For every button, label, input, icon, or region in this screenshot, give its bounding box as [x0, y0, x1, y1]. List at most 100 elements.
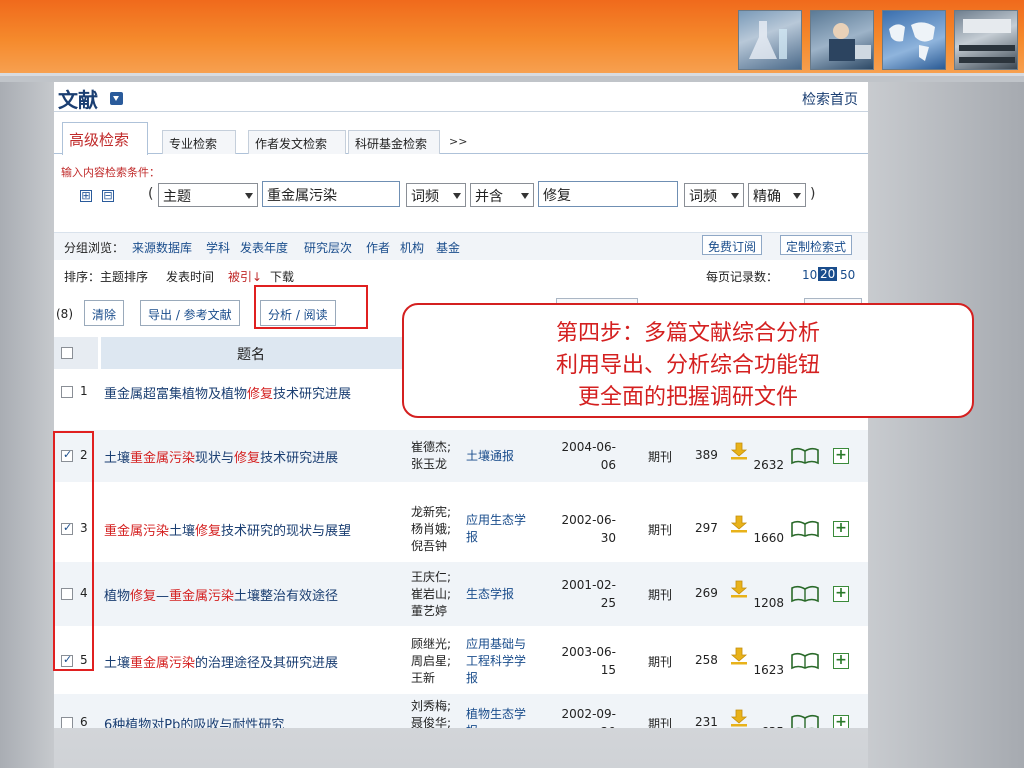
publish-date: 2001-02- 25 — [561, 578, 616, 610]
tab-advanced-search[interactable]: 高级检索 — [62, 122, 148, 155]
download-count: 635 — [744, 725, 784, 728]
sort-by-downloads[interactable]: 下载 — [270, 268, 294, 285]
per-page-label: 每页记录数： — [706, 270, 779, 284]
row-checkbox[interactable] — [61, 717, 73, 728]
citation-count[interactable]: 231 — [695, 715, 718, 728]
clear-button[interactable]: 清除 — [84, 300, 125, 326]
open-book-icon[interactable] — [790, 585, 820, 603]
table-row: 2土壤重金属污染现状与修复技术研究进展崔德杰; 张玉龙土壤通报2004-06- … — [54, 430, 868, 482]
tabs-more-link[interactable]: >> — [449, 135, 467, 148]
search-home-link[interactable]: 检索首页 — [802, 89, 858, 109]
citation-count[interactable]: 297 — [695, 521, 718, 535]
open-paren: ( — [148, 186, 154, 202]
download-icon[interactable] — [730, 580, 748, 598]
citation-count[interactable]: 389 — [695, 448, 718, 462]
group-fund[interactable]: 基金 — [436, 239, 460, 256]
tab-fund-search[interactable]: 科研基金检索 — [348, 130, 440, 154]
download-icon[interactable] — [730, 442, 748, 460]
slide-banner — [0, 0, 1024, 76]
title-keyword: 重金属污染 — [130, 451, 196, 466]
export-button[interactable]: 导出 / 参考文献 — [140, 300, 240, 326]
author-list[interactable]: 刘秀梅; 聂俊华; 王庆仁 — [411, 698, 451, 729]
article-title-link[interactable]: 植物修复—重金属污染土壤整治有效途径 — [104, 585, 338, 604]
custom-query-button[interactable]: 定制检索式 — [780, 235, 853, 255]
source-journal-link[interactable]: 应用基础与 工程科学学 报 — [466, 636, 526, 687]
publish-date: 2002-09- 20 — [561, 707, 616, 728]
source-journal-link[interactable]: 植物生态学 报 — [466, 706, 526, 728]
open-book-icon[interactable] — [790, 520, 820, 538]
sort-by-citations[interactable]: 被引↓ — [228, 268, 262, 285]
add-to-list-icon[interactable]: + — [833, 448, 849, 464]
source-journal-link[interactable]: 生态学报 — [466, 586, 514, 603]
add-to-list-icon[interactable]: + — [833, 715, 849, 728]
title-text: 现状与 — [195, 451, 235, 466]
group-institution[interactable]: 机构 — [400, 239, 424, 256]
free-subscribe-button[interactable]: 免费订阅 — [702, 235, 763, 255]
sort-by-topic[interactable]: 主题排序 — [100, 268, 148, 285]
table-row: 6 6种植物对Pb的吸收与耐性研究 刘秀梅; 聂俊华; 王庆仁植物生态学 报 2002… — [54, 694, 868, 728]
download-count: 1623 — [753, 663, 784, 677]
title-keyword: 重金属污染 — [169, 589, 235, 604]
table-row: 3重金属污染土壤修复技术研究的现状与展望龙新宪; 杨肖娥; 倪吾钟应用生态学 报… — [54, 496, 868, 562]
open-book-icon[interactable] — [790, 652, 820, 670]
slide-right-strip — [868, 82, 1024, 768]
select-all-checkbox[interactable] — [61, 347, 73, 359]
table-row: 5土壤重金属污染的治理途径及其研究进展顾继光; 周启星; 王新应用基础与 工程科… — [54, 628, 868, 694]
download-icon[interactable] — [730, 647, 748, 665]
open-book-icon[interactable] — [790, 447, 820, 465]
author-list[interactable]: 崔德杰; 张玉龙 — [411, 439, 451, 473]
author-list[interactable]: 龙新宪; 杨肖娥; 倪吾钟 — [411, 504, 451, 555]
article-title-link[interactable]: 重金属污染土壤修复技术研究的现状与展望 — [104, 520, 351, 539]
add-to-list-icon[interactable]: + — [833, 521, 849, 537]
download-count: 2632 — [753, 458, 784, 472]
download-icon[interactable] — [730, 709, 748, 727]
source-journal-link[interactable]: 土壤通报 — [466, 448, 514, 465]
open-book-icon[interactable] — [790, 714, 820, 728]
chevron-down-icon[interactable] — [110, 92, 123, 105]
chevron-down-icon — [245, 193, 253, 199]
article-title-link[interactable]: 重金属超富集植物及植物修复技术研究进展 — [104, 383, 351, 402]
title-keyword: 重金属污染 — [130, 656, 196, 671]
article-title-link[interactable]: 土壤重金属污染现状与修复技术研究进展 — [104, 447, 338, 466]
step-callout: 第四步：多篇文献综合分析 利用导出、分析综合功能钮 更全面的把握调研文件 — [402, 303, 974, 418]
author-list[interactable]: 王庆仁; 崔岩山; 董艺婷 — [411, 569, 451, 620]
citation-count[interactable]: 269 — [695, 586, 718, 600]
term1-input[interactable]: 重金属污染 — [262, 181, 400, 207]
analyze-highlight-box — [254, 285, 368, 329]
author-list[interactable]: 顾继光; 周启星; 王新 — [411, 636, 451, 687]
logic-select[interactable]: 并含 — [470, 183, 534, 207]
term2-input[interactable]: 修复 — [538, 181, 678, 207]
per-page-10[interactable]: 10 — [802, 268, 817, 282]
tab-professional-search[interactable]: 专业检索 — [162, 130, 236, 154]
title-text: — — [156, 589, 170, 604]
sort-by-date[interactable]: 发表时间 — [166, 268, 214, 285]
panel-header: 文献 检索首页 — [54, 82, 868, 112]
remove-row-button[interactable]: ⊟ — [102, 190, 114, 202]
add-to-list-icon[interactable]: + — [833, 653, 849, 669]
download-icon[interactable] — [730, 515, 748, 533]
add-row-button[interactable]: ⊞ — [80, 190, 92, 202]
row-checkbox[interactable] — [61, 386, 73, 398]
per-page-20[interactable]: 20 — [818, 267, 838, 281]
article-title-link[interactable]: 6种植物对Pb的吸收与耐性研究 — [104, 714, 284, 728]
group-source-db[interactable]: 来源数据库 — [132, 239, 192, 256]
match-select[interactable]: 精确 — [748, 183, 806, 207]
title-text: 土壤整治有效途径 — [234, 589, 339, 604]
title-text: 重金属超富集植物及植物 — [104, 387, 248, 402]
citation-count[interactable]: 258 — [695, 653, 718, 667]
freq1-select[interactable]: 词频 — [406, 183, 466, 207]
per-page-50[interactable]: 50 — [840, 268, 855, 282]
field-select[interactable]: 主题 — [158, 183, 258, 207]
group-year[interactable]: 发表年度 — [240, 239, 288, 256]
freq2-select[interactable]: 词频 — [684, 183, 744, 207]
group-subject[interactable]: 学科 — [206, 239, 230, 256]
group-level[interactable]: 研究层次 — [304, 239, 352, 256]
article-title-link[interactable]: 土壤重金属污染的治理途径及其研究进展 — [104, 652, 338, 671]
title-text: 土壤 — [104, 451, 131, 466]
tab-author-search[interactable]: 作者发文检索 — [248, 130, 346, 154]
group-author[interactable]: 作者 — [366, 239, 390, 256]
slide-left-strip — [0, 82, 54, 768]
source-journal-link[interactable]: 应用生态学 报 — [466, 512, 526, 546]
chevron-down-icon — [521, 193, 529, 199]
add-to-list-icon[interactable]: + — [833, 586, 849, 602]
